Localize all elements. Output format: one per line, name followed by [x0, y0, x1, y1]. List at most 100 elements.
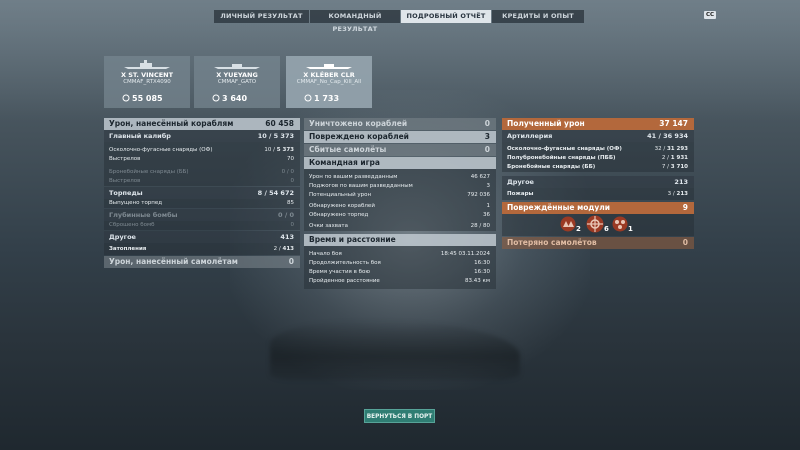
damage-dealt-label: Урон, нанесённый кораблям [109, 119, 234, 128]
time-row-value: 18:45 03.11.2024 [440, 251, 490, 257]
fires-label: Пожары [507, 191, 534, 197]
tab-credits-xp[interactable]: КРЕДИТЫ И ОПЫТ [492, 10, 584, 23]
ships-destroyed-header: Уничтожено кораблей 0 [304, 118, 496, 130]
artillery-detail-label: Осколочно-фугасные снаряды (ОФ) [507, 146, 622, 152]
team-row: Урон по вашим разведданным 46 627 [304, 173, 496, 182]
he-shots-row: Выстрелов 70 [104, 155, 300, 164]
depth-charges-label: Глубинные бомбы [109, 211, 178, 219]
he-shells-row: Осколочно-фугасные снаряды (ОФ) 10 / 5 3… [104, 146, 300, 155]
ship-score: 55 085 [132, 94, 163, 103]
battle-summary-panel: Уничтожено кораблей 0 Повреждено корабле… [304, 118, 496, 289]
laurel-icon [122, 94, 130, 102]
team-row-label: Поджогов по вашим разведданным [309, 183, 413, 189]
ship-card-2[interactable]: X YUEYANG CMMAF_GATO 3 640 [194, 56, 280, 108]
time-row: Время участия в бою 16:30 [304, 268, 496, 277]
artillery-detail-hits: 32 [654, 146, 662, 152]
ship-score: 3 640 [222, 94, 248, 103]
artillery-hits: 41 [647, 132, 657, 140]
ship-score: 1 733 [314, 94, 340, 103]
main-battery-row: Главный калибр 10 / 5 373 [104, 130, 300, 142]
tab-detailed-report[interactable]: ПОДРОБНЫЙ ОТЧЁТ [401, 10, 491, 23]
team-row-value: 46 627 [470, 174, 490, 180]
tab-personal-result[interactable]: ЛИЧНЫЙ РЕЗУЛЬТАТ [214, 10, 309, 23]
aircraft-damage-value: 0 [288, 257, 294, 266]
team-play-label: Командная игра [309, 158, 380, 167]
artillery-detail-total: 3 710 [670, 164, 688, 170]
time-row-label: Начало боя [309, 251, 342, 257]
fires-row: Пожары 3 / 213 [502, 188, 694, 200]
flooding-hits: 2 [273, 246, 278, 252]
damage-received-value: 37 147 [659, 119, 688, 128]
main-battery-hits: 10 [257, 132, 267, 140]
planes-lost-header: Потеряно самолётов 0 [502, 237, 694, 249]
team-row: Потенциальный урон 792 036 [304, 191, 496, 200]
team-row-label: Урон по вашим разведданным [309, 174, 398, 180]
he-shots-value: 70 [287, 156, 294, 162]
player-name: CMMAF_GATO [217, 79, 257, 85]
damage-dealt-value: 60 458 [265, 119, 294, 128]
time-row-value: 16:30 [474, 260, 490, 266]
artillery-detail-row: Бронебойные снаряды (ББ) 7 / 3 710 [502, 163, 694, 172]
team-row-label: Обнаружено торпед [309, 212, 369, 218]
artillery-detail-total: 1 931 [670, 155, 688, 161]
main-battery-label: Главный калибр [109, 132, 171, 140]
he-shells-label: Осколочно-фугасные снаряды (ОФ) [109, 147, 213, 153]
battleship-icon [124, 60, 170, 69]
cc-badge[interactable]: CC [704, 11, 716, 19]
damaged-modules-value: 9 [682, 203, 688, 212]
main-battery-total: 5 373 [273, 132, 294, 140]
fires-total: 213 [676, 191, 688, 197]
ships-damaged-header: Повреждено кораблей 3 [304, 131, 496, 143]
team-row-label: Потенциальный урон [309, 192, 372, 198]
team-row-value: 28 / 80 [470, 223, 490, 229]
team-row: Очки захвата 28 / 80 [304, 222, 496, 231]
team-row-value: 792 036 [467, 192, 490, 198]
other-received-value: 213 [674, 178, 688, 186]
team-play-header: Командная игра [304, 157, 496, 169]
spacer [304, 286, 496, 289]
return-to-port-button[interactable]: ВЕРНУТЬСЯ В ПОРТ [364, 409, 435, 423]
ap-shots-value: 0 [290, 178, 295, 184]
damage-received-panel: Полученный урон 37 147 Артиллерия 41 / 3… [502, 118, 694, 249]
ship-name: X KLÉBER CLR [303, 71, 355, 79]
depth-charges-row: Глубинные бомбы 0 / 0 [104, 209, 300, 221]
artillery-detail-label: Бронебойные снаряды (ББ) [507, 164, 596, 170]
other-damage-label: Другое [109, 233, 136, 241]
damaged-modules-label: Повреждённые модули [507, 203, 611, 212]
he-shells-hits: 10 [264, 147, 272, 153]
ship-name: X YUEYANG [216, 71, 258, 79]
steering-gear-count: 6 [604, 225, 609, 233]
torpedoes-label: Торпеды [109, 189, 143, 197]
artillery-detail-hits: 2 [661, 155, 666, 161]
destroyer-icon [306, 64, 352, 69]
ship-card-3[interactable]: X KLÉBER CLR CMMAF_No_Cap_Kill_All 1 733 [286, 56, 372, 108]
depth-charges-dropped-value: 0 [290, 222, 295, 228]
steering-gear-icon[interactable] [586, 215, 604, 233]
tab-team-result[interactable]: КОМАНДНЫЙ РЕЗУЛЬТАТ [310, 10, 400, 33]
destroyer-icon [214, 64, 260, 69]
flooding-total: 413 [282, 246, 294, 252]
artillery-row: Артиллерия 41 / 36 934 [502, 130, 694, 142]
torpedo-tubes-icon[interactable] [612, 216, 628, 232]
ship-card-1[interactable]: X ST. VINCENT CMMAF_RTX4090 55 085 [104, 56, 190, 108]
player-name: CMMAF_RTX4090 [123, 79, 171, 85]
torpedoes-row: Торпеды 8 / 54 672 [104, 187, 300, 199]
torpedoes-launched-row: Выпущено торпед 85 [104, 199, 300, 208]
planes-lost-value: 0 [682, 238, 688, 247]
torpedo-tubes-count: 1 [628, 225, 633, 233]
time-row-value: 16:30 [474, 269, 490, 275]
damage-received-header: Полученный урон 37 147 [502, 118, 694, 130]
team-row-label: Очки захвата [309, 223, 348, 229]
damaged-modules-icons: 2 6 1 [502, 214, 694, 236]
damage-received-label: Полученный урон [507, 119, 585, 128]
result-tabs: ЛИЧНЫЙ РЕЗУЛЬТАТ КОМАНДНЫЙ РЕЗУЛЬТАТ ПОД… [214, 10, 585, 33]
engine-icon[interactable] [560, 216, 576, 232]
time-row: Начало боя 18:45 03.11.2024 [304, 250, 496, 259]
ap-shots-label: Выстрелов [109, 178, 141, 184]
fires-hits: 3 [667, 191, 672, 197]
artillery-label: Артиллерия [507, 132, 553, 140]
planes-shot-header: Сбитые самолёты 0 [304, 144, 496, 156]
he-shots-label: Выстрелов [109, 156, 141, 162]
engine-count: 2 [576, 225, 581, 233]
aircraft-damage-header: Урон, нанесённый самолётам 0 [104, 256, 300, 268]
